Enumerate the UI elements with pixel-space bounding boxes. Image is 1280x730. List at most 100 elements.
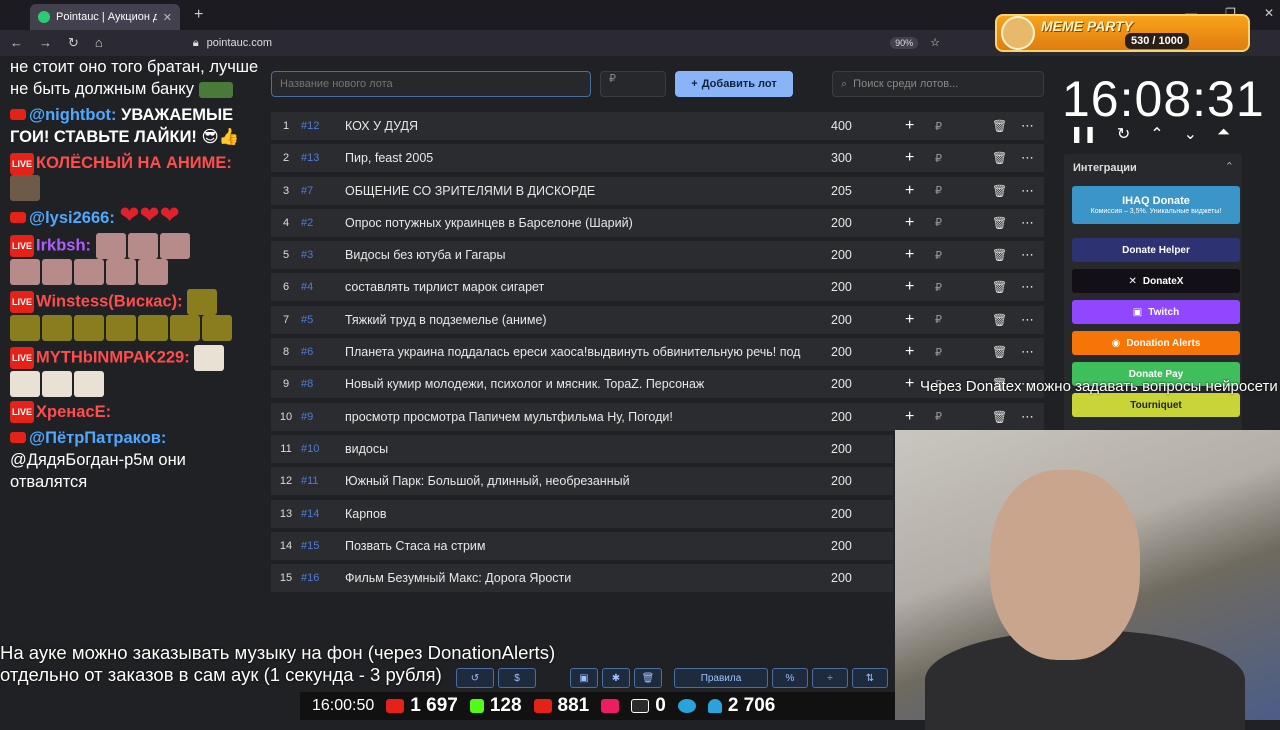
lot-id[interactable]: #6 xyxy=(301,346,345,358)
lot-name-input[interactable] xyxy=(271,71,591,97)
add-amount-icon[interactable]: + xyxy=(905,214,914,232)
lot-amount-input[interactable]: ₽ xyxy=(600,71,666,97)
ruble-icon[interactable]: ₽ xyxy=(935,152,942,165)
close-window-icon[interactable]: ✕ xyxy=(1264,6,1274,20)
add-amount-icon[interactable]: + xyxy=(905,375,914,393)
add-amount-icon[interactable]: + xyxy=(905,117,914,135)
more-options-icon[interactable]: ⋯ xyxy=(1021,279,1034,295)
donatex-button[interactable]: ✕ DonateX xyxy=(1072,269,1240,293)
donate-helper-button[interactable]: Donate Helper xyxy=(1072,238,1240,262)
lot-id[interactable]: #7 xyxy=(301,185,345,197)
double-chevron-up-icon[interactable]: ⏶ xyxy=(1217,124,1230,144)
browser-tab[interactable]: Pointauc | Аукцион для стрим ✕ xyxy=(30,4,180,30)
address-field[interactable]: 🔒︎ pointauc.com xyxy=(193,37,272,50)
lot-name[interactable]: Позвать Стаса на стрим xyxy=(345,539,825,553)
more-options-icon[interactable]: ⋯ xyxy=(1021,312,1034,328)
collapse-icon[interactable]: ⌃ xyxy=(1225,160,1234,173)
back-icon[interactable]: ← xyxy=(10,35,23,51)
lot-name[interactable]: Карпов xyxy=(345,507,825,521)
more-options-icon[interactable]: ⋯ xyxy=(1021,215,1034,231)
ruble-icon[interactable]: ₽ xyxy=(935,184,942,197)
delete-lot-icon[interactable]: 🗑︎ xyxy=(992,280,1007,294)
more-options-icon[interactable]: ⋯ xyxy=(1021,183,1034,199)
lot-id[interactable]: #5 xyxy=(301,314,345,326)
delete-lot-icon[interactable]: 🗑︎ xyxy=(992,248,1007,262)
forward-icon[interactable]: → xyxy=(39,35,52,51)
new-tab-icon[interactable]: + xyxy=(194,6,203,24)
delete-lot-icon[interactable]: 🗑︎ xyxy=(992,184,1007,198)
rules-button[interactable]: Правила xyxy=(674,668,768,688)
more-options-icon[interactable]: ⋯ xyxy=(1021,247,1034,263)
lot-name[interactable]: Пир, feast 2005 xyxy=(345,151,825,165)
lot-id[interactable]: #14 xyxy=(301,508,345,520)
ruble-icon[interactable]: ₽ xyxy=(935,346,942,359)
bug-button[interactable]: ✱ xyxy=(602,668,630,688)
lot-name[interactable]: составлять тирлист марок сигарет xyxy=(345,280,825,294)
lot-name[interactable]: видосы xyxy=(345,442,825,456)
add-amount-icon[interactable]: + xyxy=(905,343,914,361)
delete-lot-icon[interactable]: 🗑︎ xyxy=(992,151,1007,165)
delete-lot-icon[interactable]: 🗑︎ xyxy=(992,345,1007,359)
zoom-badge[interactable]: 90% xyxy=(890,36,919,49)
chevron-up-icon[interactable]: ⌃ xyxy=(1150,124,1163,144)
split-button[interactable]: ÷ xyxy=(812,668,848,688)
percent-button[interactable]: % xyxy=(772,668,808,688)
tourniquet-button[interactable]: Tourniquet xyxy=(1072,393,1240,417)
more-options-icon[interactable]: ⋯ xyxy=(1021,409,1034,425)
chevron-down-icon[interactable]: ⌄ xyxy=(1184,124,1197,144)
sort-button[interactable]: ⇅ xyxy=(852,668,888,688)
lot-id[interactable]: #15 xyxy=(301,540,345,552)
lot-name[interactable]: КОХ У ДУДЯ xyxy=(345,119,825,133)
save-button[interactable]: ▣ xyxy=(570,668,598,688)
lot-name[interactable]: Видосы без ютуба и Гагары xyxy=(345,248,825,262)
add-amount-icon[interactable]: + xyxy=(905,278,914,296)
lot-name[interactable]: Южный Парк: Большой, длинный, необрезанн… xyxy=(345,474,825,488)
lot-name[interactable]: ОБЩЕНИЕ СО ЗРИТЕЛЯМИ В ДИСКОРДЕ xyxy=(345,184,825,198)
lot-id[interactable]: #8 xyxy=(301,378,345,390)
donation-alerts-button[interactable]: ◉ Donation Alerts xyxy=(1072,331,1240,355)
ruble-icon[interactable]: ₽ xyxy=(935,249,942,262)
lot-id[interactable]: #11 xyxy=(301,475,345,487)
twitch-button[interactable]: ▣ Twitch xyxy=(1072,300,1240,324)
search-lots-input[interactable]: ⌕ Поиск среди лотов... xyxy=(832,71,1044,97)
ruble-icon[interactable]: ₽ xyxy=(935,216,942,229)
lot-name[interactable]: Тяжкий труд в подземелье (аниме) xyxy=(345,313,825,327)
delete-lot-icon[interactable]: 🗑︎ xyxy=(992,410,1007,424)
ruble-icon[interactable]: ₽ xyxy=(935,410,942,423)
more-options-icon[interactable]: ⋯ xyxy=(1021,150,1034,166)
lot-id[interactable]: #10 xyxy=(301,443,345,455)
bookmark-star-icon[interactable]: ☆ xyxy=(930,36,940,49)
add-lot-button[interactable]: + Добавить лот xyxy=(675,71,793,97)
add-amount-icon[interactable]: + xyxy=(905,149,914,167)
lot-name[interactable]: Планета украина поддалась ереси хаоса!вы… xyxy=(345,345,825,359)
lot-id[interactable]: #9 xyxy=(301,411,345,423)
more-options-icon[interactable]: ⋯ xyxy=(1021,118,1034,134)
lot-id[interactable]: #2 xyxy=(301,217,345,229)
add-amount-icon[interactable]: + xyxy=(905,182,914,200)
lot-name[interactable]: Новый кумир молодежи, психолог и мясник.… xyxy=(345,377,825,391)
lot-name[interactable]: Фильм Безумный Макс: Дорога Ярости xyxy=(345,571,825,585)
lot-name[interactable]: просмотр просмотра Папичем мультфильма Н… xyxy=(345,410,825,424)
reload-icon[interactable]: ↻ xyxy=(68,35,79,51)
ruble-icon[interactable]: ₽ xyxy=(935,313,942,326)
ruble-icon[interactable]: ₽ xyxy=(935,120,942,133)
more-options-icon[interactable]: ⋯ xyxy=(1021,344,1034,360)
delete-all-button[interactable]: 🗑︎ xyxy=(634,668,662,688)
ruble-icon[interactable]: ₽ xyxy=(935,281,942,294)
lot-id[interactable]: #16 xyxy=(301,572,345,584)
lot-id[interactable]: #12 xyxy=(301,120,345,132)
delete-lot-icon[interactable]: 🗑︎ xyxy=(992,313,1007,327)
add-amount-icon[interactable]: + xyxy=(905,408,914,426)
lot-id[interactable]: #13 xyxy=(301,152,345,164)
add-amount-icon[interactable]: + xyxy=(905,311,914,329)
lot-id[interactable]: #4 xyxy=(301,281,345,293)
add-amount-icon[interactable]: + xyxy=(905,246,914,264)
pause-icon[interactable]: ❚❚ xyxy=(1070,124,1097,144)
ihaq-donate-button[interactable]: IHAQ Donate Комиссия – 3,5%. Уникальные … xyxy=(1072,186,1240,224)
delete-lot-icon[interactable]: 🗑︎ xyxy=(992,119,1007,133)
home-icon[interactable]: ⌂ xyxy=(95,35,103,51)
delete-lot-icon[interactable]: 🗑︎ xyxy=(992,216,1007,230)
close-tab-icon[interactable]: ✕ xyxy=(163,11,172,24)
lot-id[interactable]: #3 xyxy=(301,249,345,261)
reset-icon[interactable]: ↻ xyxy=(1117,124,1130,144)
